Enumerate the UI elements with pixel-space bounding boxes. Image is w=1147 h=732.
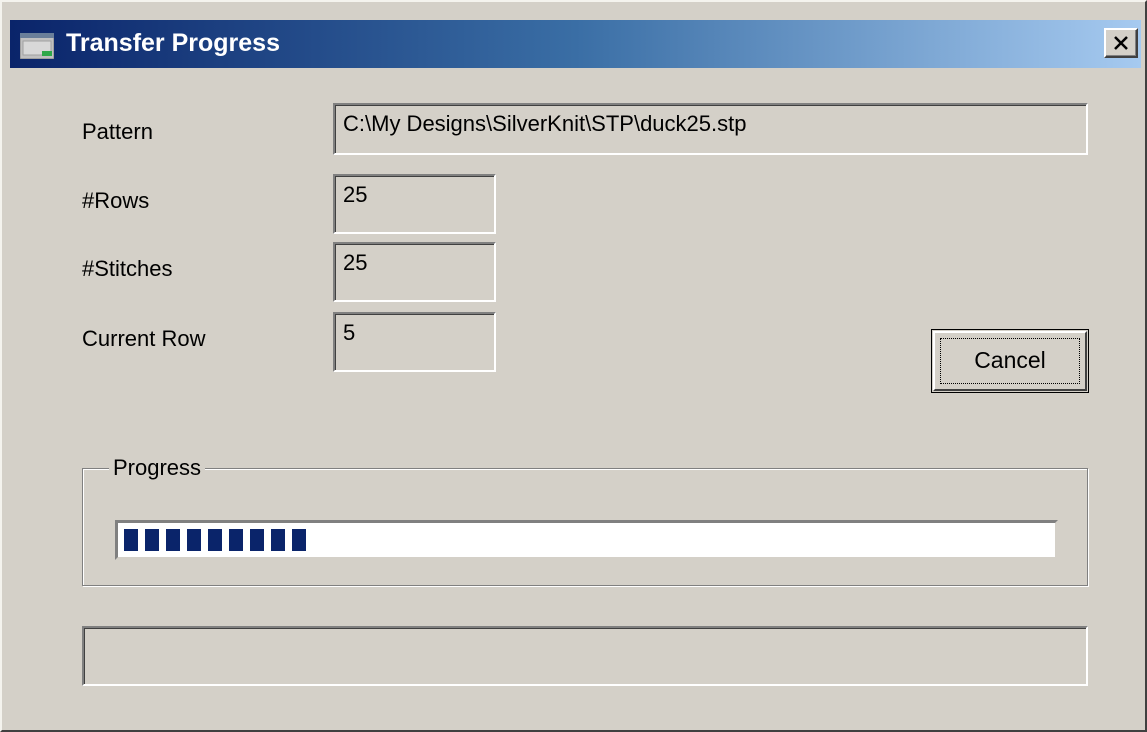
close-button[interactable]: [1104, 28, 1138, 58]
rows-field: 25: [333, 174, 496, 234]
cancel-button-label: Cancel: [974, 347, 1046, 373]
status-field: [82, 626, 1088, 686]
rows-value: 25: [343, 182, 368, 207]
current-row-field: 5: [333, 312, 496, 372]
current-row-value: 5: [343, 320, 356, 345]
pattern-field: C:\My Designs\SilverKnit\STP\duck25.stp: [333, 103, 1088, 155]
progress-fill: [124, 529, 306, 551]
pattern-value: C:\My Designs\SilverKnit\STP\duck25.stp: [343, 111, 747, 136]
window-title: Transfer Progress: [66, 29, 280, 57]
pattern-label: Pattern: [82, 119, 153, 144]
progress-bar: [115, 520, 1058, 560]
cancel-button[interactable]: Cancel: [931, 329, 1089, 393]
stitches-label: #Stitches: [82, 256, 173, 281]
progress-group-label: Progress: [109, 455, 206, 481]
stitches-value: 25: [343, 250, 368, 275]
stitches-field: 25: [333, 242, 496, 302]
rows-label: #Rows: [82, 188, 150, 213]
current-row-label: Current Row: [82, 326, 206, 351]
window-app-icon: [19, 32, 55, 60]
progress-group: Progress: [82, 455, 1088, 586]
transfer-progress-dialog: Transfer Progress Pattern C:\My Designs\…: [0, 0, 1147, 732]
title-bar[interactable]: Transfer Progress: [10, 20, 1141, 68]
